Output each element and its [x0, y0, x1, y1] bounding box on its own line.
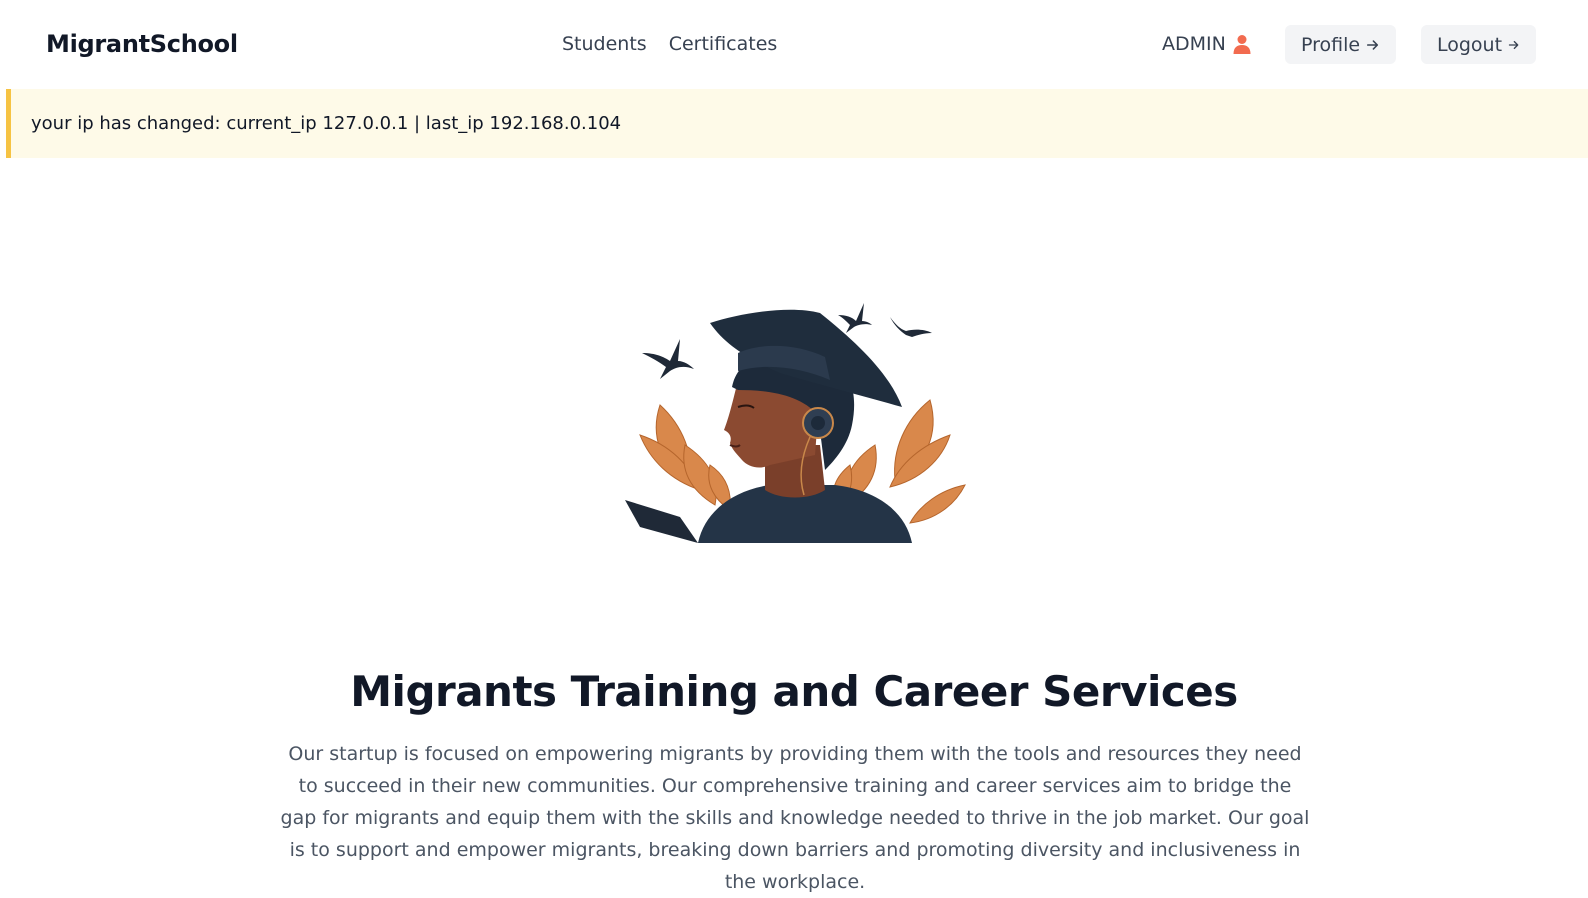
nav-link-certificates[interactable]: Certificates	[669, 31, 778, 57]
arrow-right-icon	[1367, 39, 1379, 50]
main-nav: Students Certificates	[562, 31, 777, 57]
logout-button[interactable]: Logout	[1421, 25, 1536, 64]
hero-description: Our startup is focused on empowering mig…	[280, 743, 1310, 893]
user-name: ADMIN	[1162, 33, 1226, 55]
hero-title: Migrants Training and Career Services	[350, 667, 1238, 716]
alert-message: your ip has changed: current_ip 127.0.0.…	[31, 113, 622, 134]
user-icon	[1233, 35, 1251, 54]
current-user: ADMIN	[1162, 31, 1252, 57]
graduate-student-illustration	[625, 303, 966, 543]
nav-link-students[interactable]: Students	[562, 31, 647, 57]
profile-button-label: Profile	[1301, 33, 1361, 56]
top-navbar: MigrantSchool Students Certificates ADMI…	[0, 0, 1588, 89]
arrow-right-icon	[1508, 40, 1519, 49]
profile-button[interactable]: Profile	[1285, 25, 1396, 64]
brand-logo[interactable]: MigrantSchool	[46, 29, 238, 59]
logout-button-label: Logout	[1437, 33, 1503, 56]
ip-change-alert: your ip has changed: current_ip 127.0.0.…	[6, 89, 1588, 158]
